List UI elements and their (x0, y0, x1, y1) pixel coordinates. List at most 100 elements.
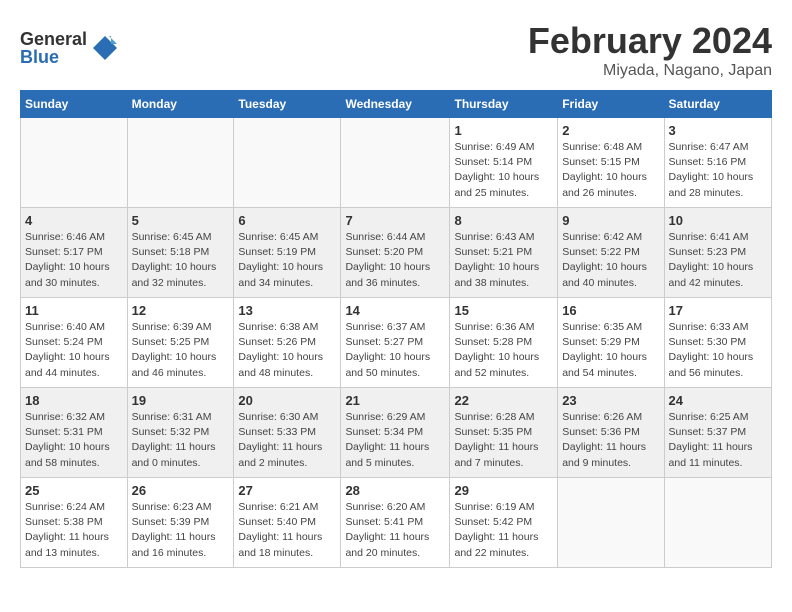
day-number: 28 (345, 483, 445, 498)
location-title: Miyada, Nagano, Japan (528, 62, 772, 80)
day-number: 22 (454, 393, 553, 408)
week-row-4: 18Sunrise: 6:32 AMSunset: 5:31 PMDayligh… (21, 388, 772, 478)
calendar-cell (664, 478, 771, 568)
week-row-2: 4 Sunrise: 6:46 AMSunset: 5:17 PMDaylight… (21, 208, 772, 298)
logo-icon (91, 34, 119, 62)
calendar-cell (21, 118, 128, 208)
day-number: 3 (669, 123, 767, 138)
day-number: 21 (345, 393, 445, 408)
day-number: 20 (238, 393, 336, 408)
day-number: 7 (345, 213, 445, 228)
day-number: 10 (669, 213, 767, 228)
calendar-cell: 8 Sunrise: 6:43 AMSunset: 5:21 PMDaylight… (450, 208, 558, 298)
day-info: Sunrise: 6:19 AMSunset: 5:42 PMDaylight:… (454, 500, 553, 561)
week-row-5: 25 Sunrise: 6:24 AMSunset: 5:38 PMDayligh… (21, 478, 772, 568)
day-number: 27 (238, 483, 336, 498)
month-title: February 2024 (528, 20, 772, 62)
day-number: 11 (25, 303, 123, 318)
day-info: Sunrise: 6:44 AMSunset: 5:20 PMDaylight:… (345, 230, 445, 291)
day-info: Sunrise: 6:21 AMSunset: 5:40 PMDaylight:… (238, 500, 336, 561)
day-info: Sunrise: 6:49 AMSunset: 5:14 PMDaylight:… (454, 140, 553, 201)
calendar-cell: 2 Sunrise: 6:48 AMSunset: 5:15 PMDaylight… (558, 118, 664, 208)
calendar-cell: 10 Sunrise: 6:41 AMSunset: 5:23 PMDayligh… (664, 208, 771, 298)
calendar-cell: 18Sunrise: 6:32 AMSunset: 5:31 PMDayligh… (21, 388, 128, 478)
day-info: Sunrise: 6:36 AMSunset: 5:28 PMDaylight:… (454, 320, 553, 381)
day-info: Sunrise: 6:48 AMSunset: 5:15 PMDaylight:… (562, 140, 659, 201)
day-info: Sunrise: 6:41 AMSunset: 5:23 PMDaylight:… (669, 230, 767, 291)
day-info: Sunrise: 6:23 AMSunset: 5:39 PMDaylight:… (132, 500, 230, 561)
weekday-header-monday: Monday (127, 91, 234, 118)
day-info: Sunrise: 6:24 AMSunset: 5:38 PMDaylight:… (25, 500, 123, 561)
calendar-cell (558, 478, 664, 568)
day-info: Sunrise: 6:29 AMSunset: 5:34 PMDaylight:… (345, 410, 445, 471)
calendar-cell: 13 Sunrise: 6:38 AMSunset: 5:26 PMDayligh… (234, 298, 341, 388)
logo: General Blue (20, 30, 119, 66)
calendar-table: SundayMondayTuesdayWednesdayThursdayFrid… (20, 90, 772, 568)
day-info: Sunrise: 6:31 AMSunset: 5:32 PMDaylight:… (132, 410, 230, 471)
weekday-header-saturday: Saturday (664, 91, 771, 118)
calendar-cell: 26 Sunrise: 6:23 AMSunset: 5:39 PMDayligh… (127, 478, 234, 568)
calendar-cell: 9Sunrise: 6:42 AMSunset: 5:22 PMDaylight… (558, 208, 664, 298)
header: General Blue February 2024 Miyada, Nagan… (20, 20, 772, 80)
day-info: Sunrise: 6:35 AMSunset: 5:29 PMDaylight:… (562, 320, 659, 381)
day-info: Sunrise: 6:33 AMSunset: 5:30 PMDaylight:… (669, 320, 767, 381)
calendar-cell: 20Sunrise: 6:30 AMSunset: 5:33 PMDayligh… (234, 388, 341, 478)
calendar-cell: 24Sunrise: 6:25 AMSunset: 5:37 PMDayligh… (664, 388, 771, 478)
calendar-cell: 28 Sunrise: 6:20 AMSunset: 5:41 PMDayligh… (341, 478, 450, 568)
day-info: Sunrise: 6:45 AMSunset: 5:19 PMDaylight:… (238, 230, 336, 291)
day-info: Sunrise: 6:20 AMSunset: 5:41 PMDaylight:… (345, 500, 445, 561)
calendar-cell: 21 Sunrise: 6:29 AMSunset: 5:34 PMDayligh… (341, 388, 450, 478)
day-info: Sunrise: 6:37 AMSunset: 5:27 PMDaylight:… (345, 320, 445, 381)
day-number: 18 (25, 393, 123, 408)
calendar-cell: 7 Sunrise: 6:44 AMSunset: 5:20 PMDaylight… (341, 208, 450, 298)
calendar-cell: 19Sunrise: 6:31 AMSunset: 5:32 PMDayligh… (127, 388, 234, 478)
day-number: 1 (454, 123, 553, 138)
calendar-cell (127, 118, 234, 208)
calendar-cell: 15 Sunrise: 6:36 AMSunset: 5:28 PMDayligh… (450, 298, 558, 388)
day-number: 23 (562, 393, 659, 408)
day-info: Sunrise: 6:46 AMSunset: 5:17 PMDaylight:… (25, 230, 123, 291)
day-number: 17 (669, 303, 767, 318)
day-number: 8 (454, 213, 553, 228)
title-section: February 2024 Miyada, Nagano, Japan (528, 20, 772, 80)
calendar-cell (234, 118, 341, 208)
calendar-cell: 4 Sunrise: 6:46 AMSunset: 5:17 PMDaylight… (21, 208, 128, 298)
day-number: 16 (562, 303, 659, 318)
day-info: Sunrise: 6:43 AMSunset: 5:21 PMDaylight:… (454, 230, 553, 291)
day-number: 12 (132, 303, 230, 318)
weekday-header-tuesday: Tuesday (234, 91, 341, 118)
day-info: Sunrise: 6:47 AMSunset: 5:16 PMDaylight:… (669, 140, 767, 201)
day-number: 4 (25, 213, 123, 228)
weekday-header-row: SundayMondayTuesdayWednesdayThursdayFrid… (21, 91, 772, 118)
calendar-cell: 14 Sunrise: 6:37 AMSunset: 5:27 PMDayligh… (341, 298, 450, 388)
day-number: 13 (238, 303, 336, 318)
logo-general-text: General (20, 30, 87, 48)
day-number: 6 (238, 213, 336, 228)
day-number: 2 (562, 123, 659, 138)
day-info: Sunrise: 6:45 AMSunset: 5:18 PMDaylight:… (132, 230, 230, 291)
calendar-cell: 27 Sunrise: 6:21 AMSunset: 5:40 PMDayligh… (234, 478, 341, 568)
weekday-header-wednesday: Wednesday (341, 91, 450, 118)
calendar-cell: 25 Sunrise: 6:24 AMSunset: 5:38 PMDayligh… (21, 478, 128, 568)
day-number: 15 (454, 303, 553, 318)
calendar-cell: 11Sunrise: 6:40 AMSunset: 5:24 PMDayligh… (21, 298, 128, 388)
day-info: Sunrise: 6:28 AMSunset: 5:35 PMDaylight:… (454, 410, 553, 471)
calendar-cell: 12Sunrise: 6:39 AMSunset: 5:25 PMDayligh… (127, 298, 234, 388)
calendar-cell: 1 Sunrise: 6:49 AMSunset: 5:14 PMDaylight… (450, 118, 558, 208)
day-info: Sunrise: 6:42 AMSunset: 5:22 PMDaylight:… (562, 230, 659, 291)
weekday-header-friday: Friday (558, 91, 664, 118)
day-info: Sunrise: 6:38 AMSunset: 5:26 PMDaylight:… (238, 320, 336, 381)
week-row-3: 11Sunrise: 6:40 AMSunset: 5:24 PMDayligh… (21, 298, 772, 388)
calendar-cell: 16 Sunrise: 6:35 AMSunset: 5:29 PMDayligh… (558, 298, 664, 388)
day-number: 14 (345, 303, 445, 318)
calendar-cell: 17 Sunrise: 6:33 AMSunset: 5:30 PMDayligh… (664, 298, 771, 388)
calendar-cell: 6 Sunrise: 6:45 AMSunset: 5:19 PMDaylight… (234, 208, 341, 298)
calendar-cell: 22 Sunrise: 6:28 AMSunset: 5:35 PMDayligh… (450, 388, 558, 478)
weekday-header-sunday: Sunday (21, 91, 128, 118)
calendar-cell: 29Sunrise: 6:19 AMSunset: 5:42 PMDayligh… (450, 478, 558, 568)
calendar-cell: 3 Sunrise: 6:47 AMSunset: 5:16 PMDaylight… (664, 118, 771, 208)
day-number: 25 (25, 483, 123, 498)
day-number: 26 (132, 483, 230, 498)
day-number: 24 (669, 393, 767, 408)
week-row-1: 1 Sunrise: 6:49 AMSunset: 5:14 PMDaylight… (21, 118, 772, 208)
